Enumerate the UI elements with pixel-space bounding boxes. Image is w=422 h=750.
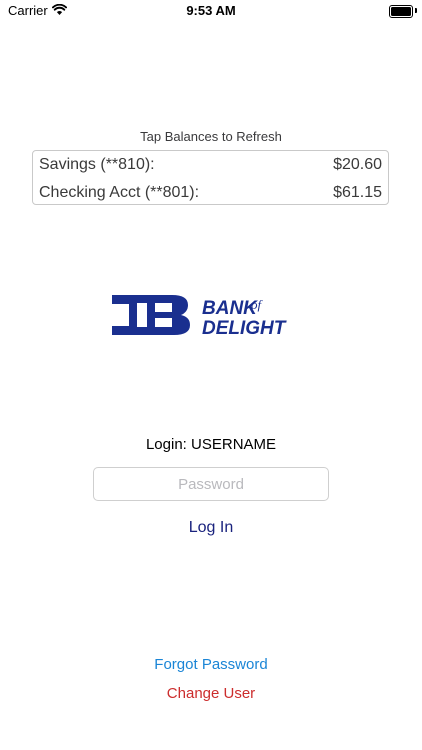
battery-icon (389, 5, 413, 18)
account-name: Checking Acct (**801): (39, 184, 200, 201)
password-field[interactable] (93, 467, 329, 501)
change-user-link[interactable]: Change User (0, 685, 422, 702)
logo-word-delight: DELIGHT (202, 318, 287, 336)
balances-panel[interactable]: Savings (**810): $20.60 Checking Acct (*… (32, 150, 389, 205)
account-balance: $20.60 (333, 156, 382, 173)
login-row: Login: USERNAME (0, 436, 422, 453)
logo-word-bank: BANK (202, 298, 258, 319)
balance-row-checking[interactable]: Checking Acct (**801): $61.15 (39, 180, 382, 204)
battery-tip (415, 8, 417, 13)
balance-row-savings[interactable]: Savings (**810): $20.60 (39, 152, 382, 176)
login-label: Login: (145, 436, 187, 453)
forgot-password-link[interactable]: Forgot Password (0, 656, 422, 673)
username-value: USERNAME (191, 436, 277, 453)
log-in-button[interactable]: Log In (0, 519, 422, 537)
bank-logo-mark (112, 295, 190, 335)
refresh-hint: Tap Balances to Refresh (140, 129, 282, 144)
bank-logo: BANK of DELIGHT (112, 295, 287, 336)
status-bar: Carrier 9:53 AM (0, 0, 422, 22)
account-balance: $61.15 (333, 184, 382, 201)
logo-word-of: of (251, 297, 264, 312)
clock: 9:53 AM (186, 3, 236, 18)
account-name: Savings (**810): (39, 156, 155, 173)
